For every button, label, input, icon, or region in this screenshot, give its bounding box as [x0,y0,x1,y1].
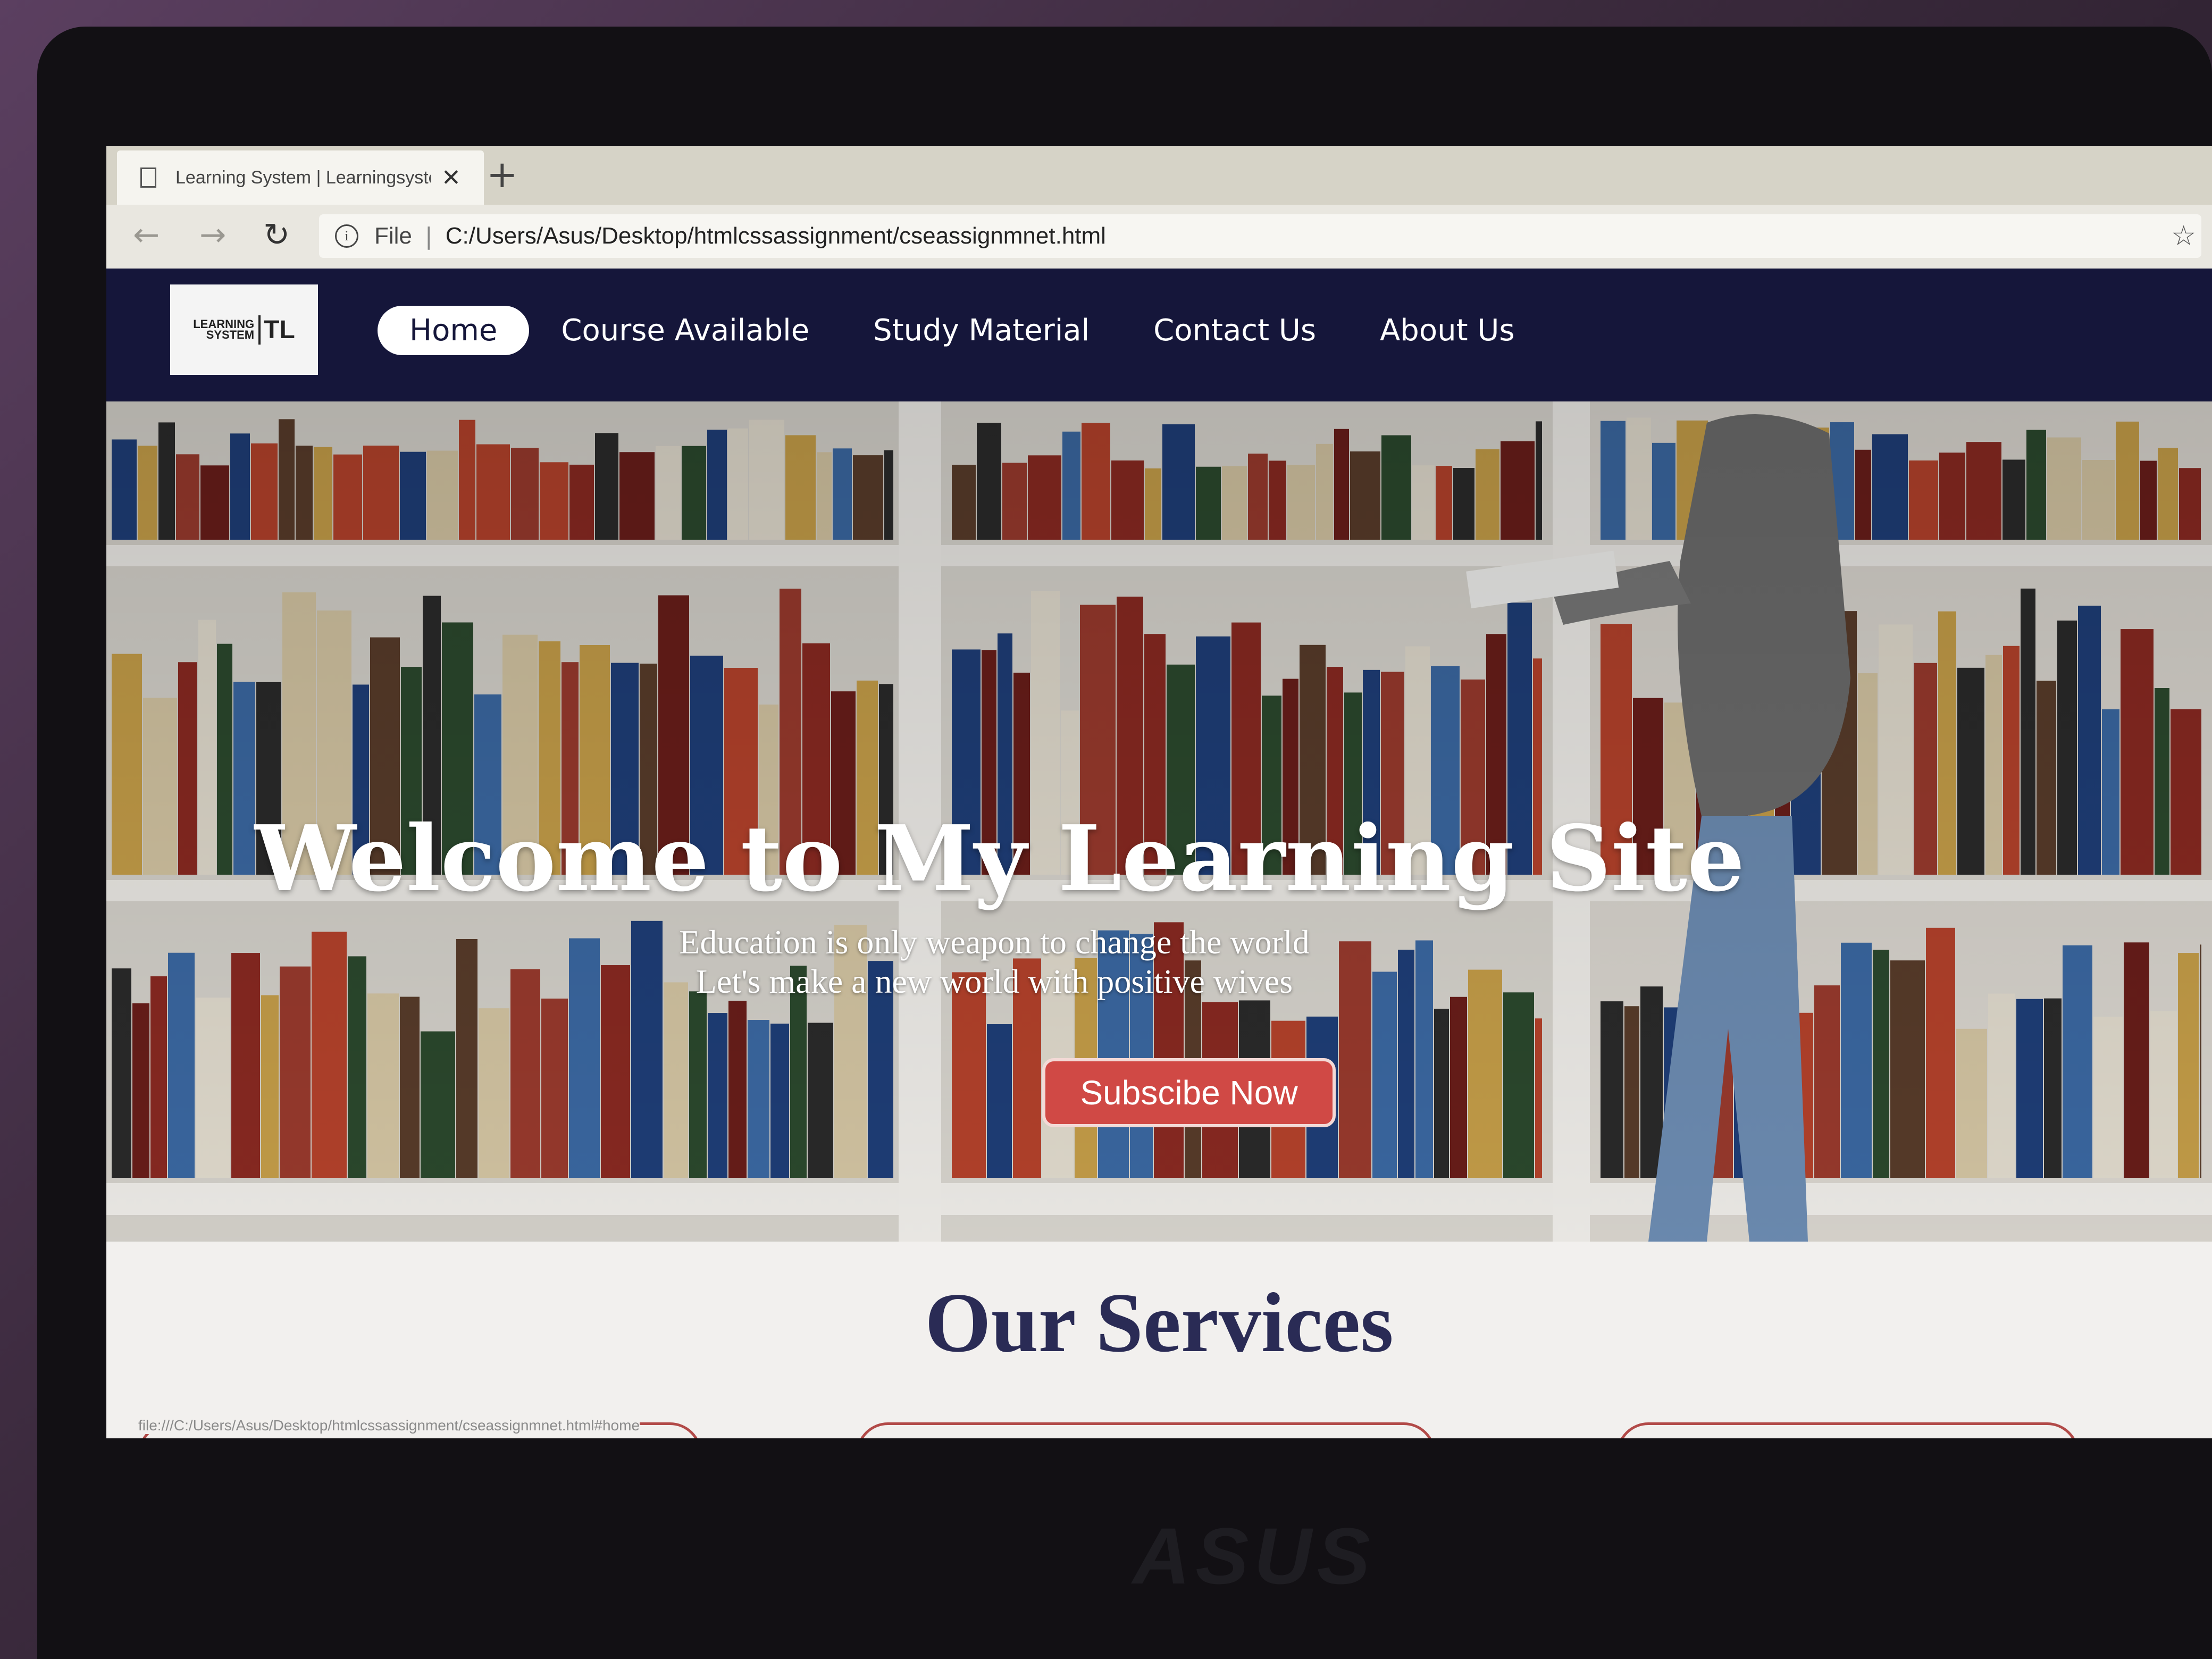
main-nav: Home Course Available Study Material Con… [378,306,1579,355]
logo-text: LEARNING SYSTEM [193,319,255,341]
hero-subtitle-line-1: Education is only weapon to change the w… [679,923,1310,961]
nav-home[interactable]: Home [378,306,530,355]
forward-arrow-icon[interactable]: → [199,216,226,254]
services-section: Our Services file:///C:/Users/Asus/Deskt… [106,1242,2212,1438]
address-url[interactable]: C:/Users/Asus/Desktop/htmlcssassignment/… [446,223,1106,249]
bookmark-star-icon[interactable]: ☆ [2171,220,2196,252]
browser-toolbar: ← → ↻ i File | C:/Users/Asus/Desktop/htm… [106,205,2212,270]
laptop-brand-logo: ASUS [1133,1511,1376,1601]
hero-title: Welcome to My Learning Site [254,806,1745,912]
nav-study-material[interactable]: Study Material [873,313,1090,348]
service-card[interactable] [1616,1422,2079,1438]
nav-contact-us[interactable]: Contact Us [1153,313,1316,348]
page-icon [140,167,156,188]
address-separator: | [424,222,433,250]
address-scheme: File [374,223,412,249]
tab-title: Learning System | Learningsystem [175,167,431,188]
reload-icon[interactable]: ↻ [263,216,290,254]
nav-course-available[interactable]: Course Available [561,313,809,348]
nav-about-us[interactable]: About Us [1380,313,1515,348]
logo-line-2: SYSTEM [206,328,255,341]
tab-strip: Learning System | Learningsystem ✕ + [106,146,2212,205]
hero-subtitle-line-2: Let's make a new world with positive wiv… [696,962,1293,1000]
browser-window: Learning System | Learningsystem ✕ + ← →… [106,146,2212,1438]
hero-subtitle: Education is only weapon to change the w… [106,923,1882,1001]
site-header: LEARNING SYSTEM TL Home Course Available… [106,269,2212,412]
services-title: Our Services [925,1275,1394,1370]
browser-tab[interactable]: Learning System | Learningsystem ✕ [117,150,484,205]
info-icon[interactable]: i [335,224,358,248]
logo-mark: TL [258,315,295,345]
back-arrow-icon[interactable]: ← [133,216,160,254]
site-logo[interactable]: LEARNING SYSTEM TL [170,284,318,375]
close-tab-icon[interactable]: ✕ [441,164,461,191]
new-tab-button[interactable]: + [487,153,518,196]
subscribe-button[interactable]: Subscibe Now [1042,1058,1336,1127]
address-bar[interactable]: i File | C:/Users/Asus/Desktop/htmlcssas… [319,214,2201,258]
service-card[interactable] [856,1422,1436,1438]
hero-section: Welcome to My Learning Site Education is… [106,401,2212,1242]
status-bar-url: file:///C:/Users/Asus/Desktop/htmlcssass… [138,1417,640,1434]
